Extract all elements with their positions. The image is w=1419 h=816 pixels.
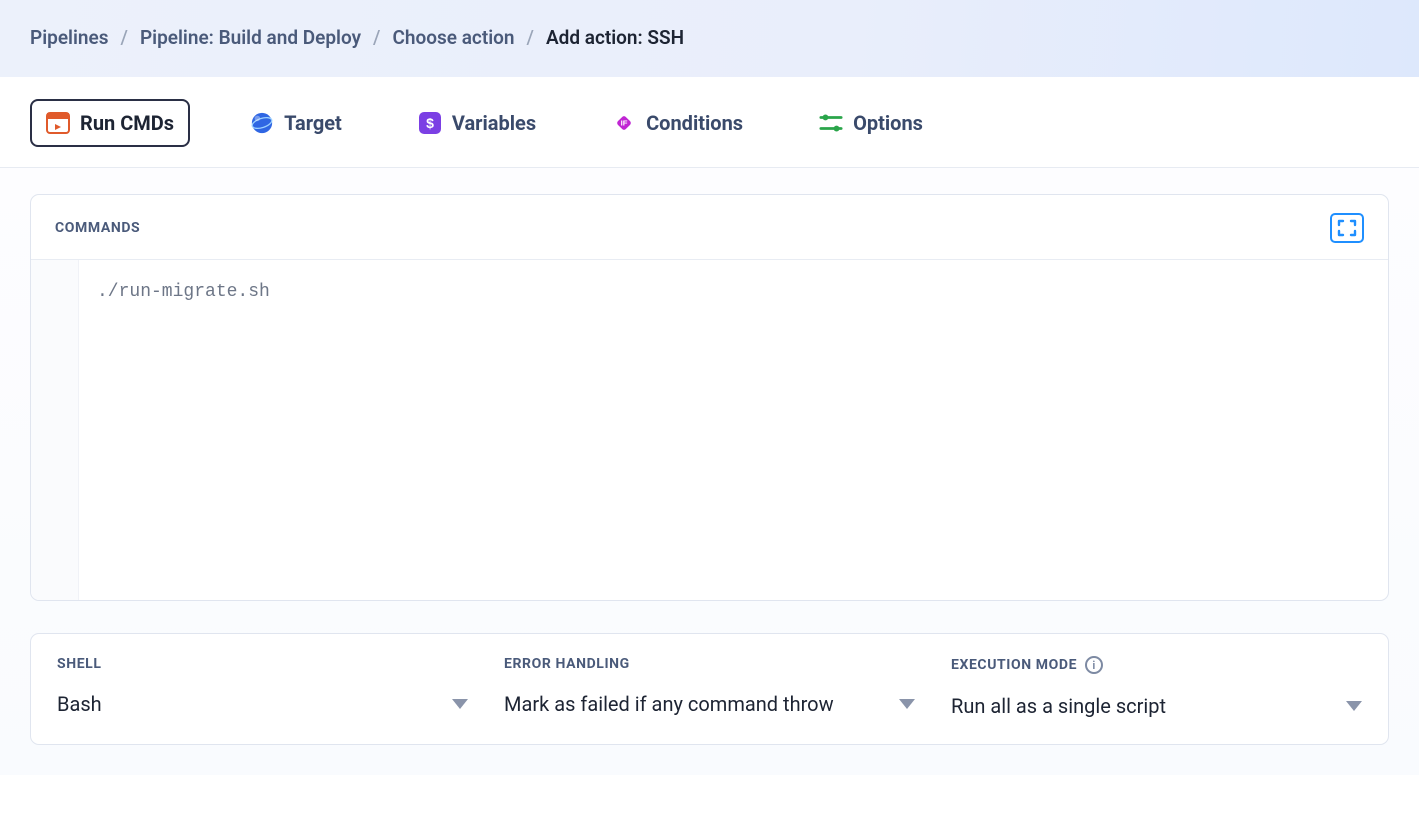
code-editor[interactable]: ./run-migrate.sh — [31, 260, 1388, 600]
breadcrumb-link-pipelines[interactable]: Pipelines — [30, 26, 109, 49]
error-handling-value: Mark as failed if any command throw — [504, 692, 834, 716]
tab-label: Target — [284, 111, 342, 135]
commands-label: COMMANDS — [55, 220, 140, 236]
tab-label: Run CMDs — [80, 111, 174, 135]
execution-mode-field: EXECUTION MODE i Run all as a single scr… — [951, 656, 1362, 718]
tabs-bar: Run CMDs Target $ Variables — [0, 77, 1419, 168]
svg-text:IF: IF — [621, 119, 628, 128]
content-area: COMMANDS ./run-migrate.sh SHELL Bash ERR… — [0, 168, 1419, 775]
tab-variables[interactable]: $ Variables — [402, 99, 552, 147]
breadcrumb-separator: / — [373, 26, 380, 49]
execution-mode-label: EXECUTION MODE i — [951, 656, 1362, 674]
expand-icon — [1337, 219, 1357, 237]
info-icon[interactable]: i — [1085, 656, 1103, 674]
dollar-icon: $ — [418, 111, 442, 135]
page-header: Pipelines / Pipeline: Build and Deploy /… — [0, 0, 1419, 77]
breadcrumb-link-choose-action[interactable]: Choose action — [392, 26, 514, 49]
tab-run-cmds[interactable]: Run CMDs — [30, 99, 190, 147]
tab-label: Options — [853, 111, 923, 135]
breadcrumb-link-pipeline[interactable]: Pipeline: Build and Deploy — [140, 26, 361, 49]
breadcrumb: Pipelines / Pipeline: Build and Deploy /… — [30, 26, 1389, 49]
shell-select[interactable]: Bash — [57, 692, 468, 716]
execution-mode-value: Run all as a single script — [951, 694, 1166, 718]
svg-text:$: $ — [426, 115, 434, 131]
expand-editor-button[interactable] — [1330, 213, 1364, 243]
execution-mode-select[interactable]: Run all as a single script — [951, 694, 1362, 718]
error-handling-label: ERROR HANDLING — [504, 656, 915, 672]
chevron-down-icon — [452, 699, 468, 709]
terminal-icon — [46, 111, 70, 135]
error-handling-select[interactable]: Mark as failed if any command throw — [504, 692, 915, 716]
globe-icon — [250, 111, 274, 135]
shell-value: Bash — [57, 692, 102, 716]
editor-content[interactable]: ./run-migrate.sh — [79, 260, 1388, 600]
tab-label: Variables — [452, 111, 536, 135]
error-handling-field: ERROR HANDLING Mark as failed if any com… — [504, 656, 915, 718]
breadcrumb-current: Add action: SSH — [546, 26, 684, 49]
tab-conditions[interactable]: IF Conditions — [596, 99, 759, 147]
tab-target[interactable]: Target — [234, 99, 358, 147]
chevron-down-icon — [899, 699, 915, 709]
shell-field: SHELL Bash — [57, 656, 468, 718]
editor-gutter — [31, 260, 79, 600]
sliders-icon — [819, 111, 843, 135]
shell-label: SHELL — [57, 656, 468, 672]
tab-options[interactable]: Options — [803, 99, 939, 147]
breadcrumb-separator: / — [527, 26, 534, 49]
chevron-down-icon — [1346, 701, 1362, 711]
breadcrumb-separator: / — [121, 26, 128, 49]
options-panel: SHELL Bash ERROR HANDLING Mark as failed… — [30, 633, 1389, 745]
commands-panel: COMMANDS ./run-migrate.sh — [30, 194, 1389, 601]
tab-label: Conditions — [646, 111, 743, 135]
diamond-icon: IF — [612, 111, 636, 135]
